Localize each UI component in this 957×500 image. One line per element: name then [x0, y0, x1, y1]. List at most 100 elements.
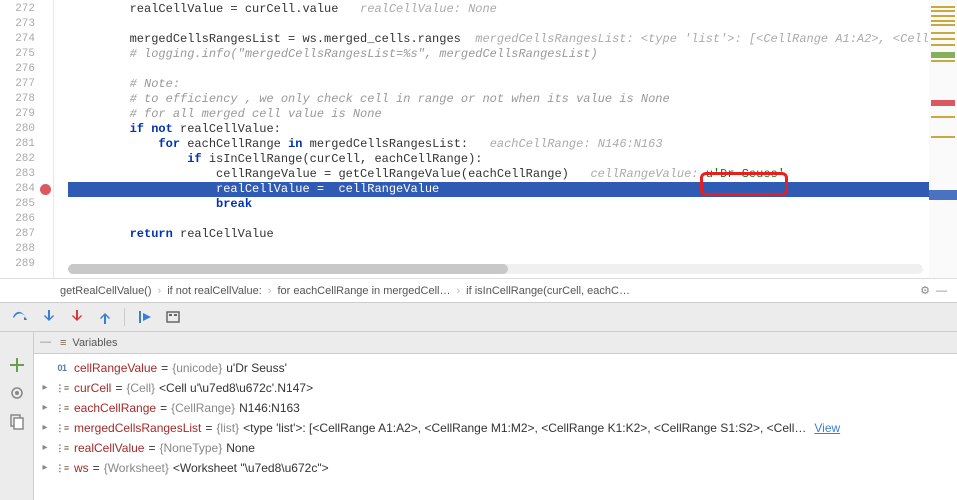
line-number: 289	[0, 257, 53, 272]
variable-row[interactable]: ▸⋮≡eachCellRange = {CellRange} N146:N163	[40, 398, 957, 418]
variable-type: {list}	[216, 418, 239, 438]
code-line[interactable]: # Note:	[68, 77, 929, 92]
breadcrumb-item[interactable]: if not realCellValue:	[167, 279, 262, 303]
line-number: 272	[0, 2, 53, 17]
copy-button[interactable]	[8, 412, 26, 430]
code-line[interactable]: cellRangeValue = getCellRangeValue(eachC…	[68, 167, 929, 182]
breadcrumb-item[interactable]: if isInCellRange(curCell, eachC…	[466, 279, 630, 303]
variable-value: <type 'list'>: [<CellRange A1:A2>, <Cell…	[243, 418, 806, 438]
chevron-right-icon: ›	[456, 279, 460, 303]
variable-type-icon: 01	[54, 361, 70, 375]
line-number: 280	[0, 122, 53, 137]
variables-icon: ≡	[60, 337, 66, 349]
code-line[interactable]: realCellValue = curCell.value realCellVa…	[68, 2, 929, 17]
code-line[interactable]: for eachCellRange in mergedCellsRangesLi…	[68, 137, 929, 152]
step-over-button[interactable]	[12, 309, 28, 325]
line-number: 273	[0, 17, 53, 32]
variable-row[interactable]: ▸⋮≡ws = {Worksheet} <Worksheet "\u7ed8\u…	[40, 458, 957, 478]
code-line[interactable]: return realCellValue	[68, 227, 929, 242]
line-number: 284	[0, 182, 53, 197]
add-watch-button[interactable]	[8, 356, 26, 374]
line-number: 277	[0, 77, 53, 92]
horizontal-scrollbar[interactable]	[68, 264, 923, 274]
code-line[interactable]: if not realCellValue:	[68, 122, 929, 137]
minimap[interactable]	[929, 0, 957, 278]
code-line[interactable]: # to efficiency , we only check cell in …	[68, 92, 929, 107]
code-line[interactable]	[68, 62, 929, 77]
expand-icon[interactable]: ▸	[40, 458, 50, 478]
variable-row[interactable]: ▸⋮≡mergedCellsRangesList = {list} <type …	[40, 418, 957, 438]
evaluate-button[interactable]	[165, 309, 181, 325]
scrollbar-thumb[interactable]	[68, 264, 508, 274]
expand-icon[interactable]: ▸	[40, 398, 50, 418]
variable-row[interactable]: ▸⋮≡curCell = {Cell} <Cell u'\u7ed8\u672c…	[40, 378, 957, 398]
code-line[interactable]: # for all merged cell value is None	[68, 107, 929, 122]
variable-type-icon: ⋮≡	[54, 401, 70, 415]
chevron-right-icon: ›	[158, 279, 162, 303]
separator	[124, 308, 125, 326]
step-out-button[interactable]	[96, 309, 112, 325]
variable-type-icon: ⋮≡	[54, 421, 70, 435]
code-line[interactable]: realCellValue = cellRangeValue	[68, 182, 929, 197]
line-number: 281	[0, 137, 53, 152]
code-line[interactable]	[68, 212, 929, 227]
minimize-icon[interactable]: —	[936, 279, 947, 303]
step-into-button[interactable]	[40, 309, 56, 325]
chevron-right-icon: ›	[268, 279, 272, 303]
line-number: 287	[0, 227, 53, 242]
code-line[interactable]: break	[68, 197, 929, 212]
fold-gutter	[54, 0, 68, 278]
variable-value: <Cell u'\u7ed8\u672c'.N147>	[159, 378, 313, 398]
watch-button[interactable]	[8, 384, 26, 402]
variable-value: u'Dr Seuss'	[226, 358, 287, 378]
breakpoint-icon[interactable]	[40, 184, 51, 195]
breadcrumb-bar: getRealCellValue() › if not realCellValu…	[0, 278, 957, 302]
view-link[interactable]: View	[814, 418, 840, 438]
variable-row[interactable]: 01cellRangeValue = {unicode} u'Dr Seuss'	[40, 358, 957, 378]
variable-type: {CellRange}	[171, 398, 235, 418]
expand-icon[interactable]: ▸	[40, 418, 50, 438]
line-number: 285	[0, 197, 53, 212]
variable-name: cellRangeValue	[74, 358, 157, 378]
variable-name: mergedCellsRangesList	[74, 418, 201, 438]
variables-title: Variables	[72, 337, 117, 349]
code-line[interactable]: # logging.info("mergedCellsRangesList=%s…	[68, 47, 929, 62]
line-number: 276	[0, 62, 53, 77]
breadcrumb-item[interactable]: getRealCellValue()	[60, 279, 152, 303]
code-line[interactable]: if isInCellRange(curCell, eachCellRange)…	[68, 152, 929, 167]
gear-icon[interactable]: ⚙	[920, 279, 930, 303]
expand-icon[interactable]: ▸	[40, 438, 50, 458]
line-number: 274	[0, 32, 53, 47]
code-line[interactable]	[68, 242, 929, 257]
variable-type-icon: ⋮≡	[54, 381, 70, 395]
code-editor[interactable]: 2722732742752762772782792802812822832842…	[0, 0, 957, 278]
variables-side-toolbar	[0, 332, 34, 500]
debug-toolbar	[0, 302, 957, 332]
force-step-into-button[interactable]	[68, 309, 84, 325]
variable-value: N146:N163	[239, 398, 300, 418]
run-to-cursor-button[interactable]	[137, 309, 153, 325]
breadcrumb-item[interactable]: for eachCellRange in mergedCell…	[277, 279, 450, 303]
code-area[interactable]: realCellValue = curCell.value realCellVa…	[68, 0, 929, 278]
collapse-icon[interactable]: —	[40, 336, 54, 350]
line-number-gutter: 2722732742752762772782792802812822832842…	[0, 0, 54, 278]
variables-header: — ≡ Variables	[34, 332, 957, 354]
variable-type-icon: ⋮≡	[54, 461, 70, 475]
code-line[interactable]: mergedCellsRangesList = ws.merged_cells.…	[68, 32, 929, 47]
line-number: 286	[0, 212, 53, 227]
variable-value: <Worksheet "\u7ed8\u672c">	[173, 458, 329, 478]
variable-value: None	[226, 438, 255, 458]
expand-icon[interactable]: ▸	[40, 378, 50, 398]
line-number: 279	[0, 107, 53, 122]
variable-row[interactable]: ▸⋮≡realCellValue = {NoneType} None	[40, 438, 957, 458]
code-line[interactable]	[68, 17, 929, 32]
variable-type: {Worksheet}	[104, 458, 169, 478]
variables-tree[interactable]: 01cellRangeValue = {unicode} u'Dr Seuss'…	[34, 354, 957, 500]
line-number: 278	[0, 92, 53, 107]
variable-name: ws	[74, 458, 89, 478]
line-number: 283	[0, 167, 53, 182]
line-number: 275	[0, 47, 53, 62]
variable-type-icon: ⋮≡	[54, 441, 70, 455]
variable-name: realCellValue	[74, 438, 144, 458]
line-number: 282	[0, 152, 53, 167]
